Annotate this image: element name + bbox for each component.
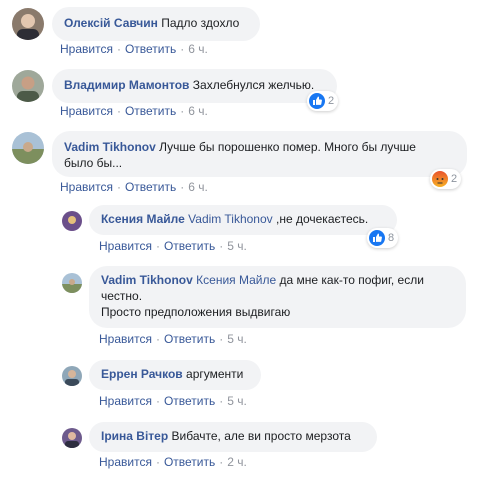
comment-text: Падло здохло: [161, 16, 240, 30]
like-button[interactable]: Нравится: [60, 180, 113, 194]
comment-actions: Нравится · Ответить · 5 ч.: [99, 332, 247, 346]
comment-author[interactable]: Vadim Tikhonov: [64, 140, 156, 154]
like-button[interactable]: Нравится: [99, 455, 152, 469]
comment-bubble: Владимир Мамонтов Захлебнулся желчью.: [52, 69, 337, 103]
reaction-count[interactable]: 8: [367, 228, 399, 248]
comment-time[interactable]: 5 ч.: [227, 394, 247, 408]
comment-author[interactable]: Олексій Савчин: [64, 16, 158, 30]
comment-bubble: Vadim Tikhonov Лучше бы порошенко помер.…: [52, 131, 467, 177]
reply-button[interactable]: Ответить: [164, 455, 215, 469]
comment-time[interactable]: 5 ч.: [227, 239, 247, 253]
reply-button[interactable]: Ответить: [164, 332, 215, 346]
comment-text: Вибачте, але ви просто мерзота: [171, 429, 351, 443]
like-button[interactable]: Нравится: [99, 394, 152, 408]
like-button[interactable]: Нравится: [99, 332, 152, 346]
like-icon: [309, 93, 325, 109]
reply-button[interactable]: Ответить: [125, 104, 176, 118]
comment-actions: Нравится · Ответить · 5 ч.: [99, 394, 247, 408]
comment-author[interactable]: Владимир Мамонтов: [64, 78, 189, 92]
mention-link[interactable]: Ксения Майле: [196, 273, 276, 287]
comment-author[interactable]: Ксения Майле: [101, 212, 185, 226]
comment-bubble: Ірина Вітер Вибачте, але ви просто мерзо…: [89, 422, 377, 452]
comment-bubble: Олексій Савчин Падло здохло: [52, 7, 260, 41]
avatar[interactable]: [12, 132, 44, 164]
reaction-number: 8: [388, 232, 395, 244]
reply-button[interactable]: Ответить: [125, 42, 176, 56]
comment-text: Лучше бы порошенко помер. Много бы лучше: [159, 140, 416, 154]
avatar[interactable]: [62, 428, 82, 448]
comment-text: было бы...: [64, 156, 123, 170]
reaction-number: 2: [328, 95, 335, 107]
comment-text: да мне как-то пофиг, если: [279, 273, 424, 287]
reaction-count[interactable]: 2: [307, 91, 339, 111]
comment-time[interactable]: 2 ч.: [227, 455, 247, 469]
like-button[interactable]: Нравится: [99, 239, 152, 253]
comment-actions: Нравится · Ответить · 2 ч.: [99, 455, 247, 469]
comment-text: ,не дочекаєтесь.: [276, 212, 369, 226]
comment-bubble: Еррен Рачков аргументи: [89, 360, 261, 390]
angry-icon: [432, 171, 448, 187]
comment-bubble: Vadim Tikhonov Ксения Майле да мне как-т…: [89, 266, 466, 328]
comment-text: аргументи: [186, 367, 244, 381]
reply-button[interactable]: Ответить: [164, 394, 215, 408]
comment-author[interactable]: Ірина Вітер: [101, 429, 168, 443]
comment-actions: Нравится · Ответить · 5 ч.: [99, 239, 247, 253]
comment-actions: Нравится · Ответить · 6 ч.: [60, 104, 208, 118]
reaction-count[interactable]: 2: [430, 169, 462, 189]
reply-button[interactable]: Ответить: [164, 239, 215, 253]
like-button[interactable]: Нравится: [60, 42, 113, 56]
comment-time[interactable]: 6 ч.: [188, 104, 208, 118]
reaction-number: 2: [451, 173, 458, 185]
comment-time[interactable]: 6 ч.: [188, 42, 208, 56]
mention-link[interactable]: Vadim Tikhonov: [188, 212, 273, 226]
comment-author[interactable]: Еррен Рачков: [101, 367, 183, 381]
comment-time[interactable]: 5 ч.: [227, 332, 247, 346]
comment-time[interactable]: 6 ч.: [188, 180, 208, 194]
reply-button[interactable]: Ответить: [125, 180, 176, 194]
comment-actions: Нравится · Ответить · 6 ч.: [60, 42, 208, 56]
avatar[interactable]: [12, 70, 44, 102]
comment-bubble: Ксения Майле Vadim Tikhonov ,не дочекаєт…: [89, 205, 397, 235]
comment-text: Просто предположения выдвигаю: [101, 305, 291, 319]
avatar[interactable]: [62, 211, 82, 231]
like-button[interactable]: Нравится: [60, 104, 113, 118]
avatar[interactable]: [12, 8, 44, 40]
avatar[interactable]: [62, 273, 82, 293]
comment-actions: Нравится · Ответить · 6 ч.: [60, 180, 208, 194]
like-icon: [369, 230, 385, 246]
comment-author[interactable]: Vadim Tikhonov: [101, 273, 193, 287]
avatar[interactable]: [62, 366, 82, 386]
comment-text: Захлебнулся желчью.: [192, 78, 315, 92]
comment-text: честно.: [101, 289, 143, 303]
